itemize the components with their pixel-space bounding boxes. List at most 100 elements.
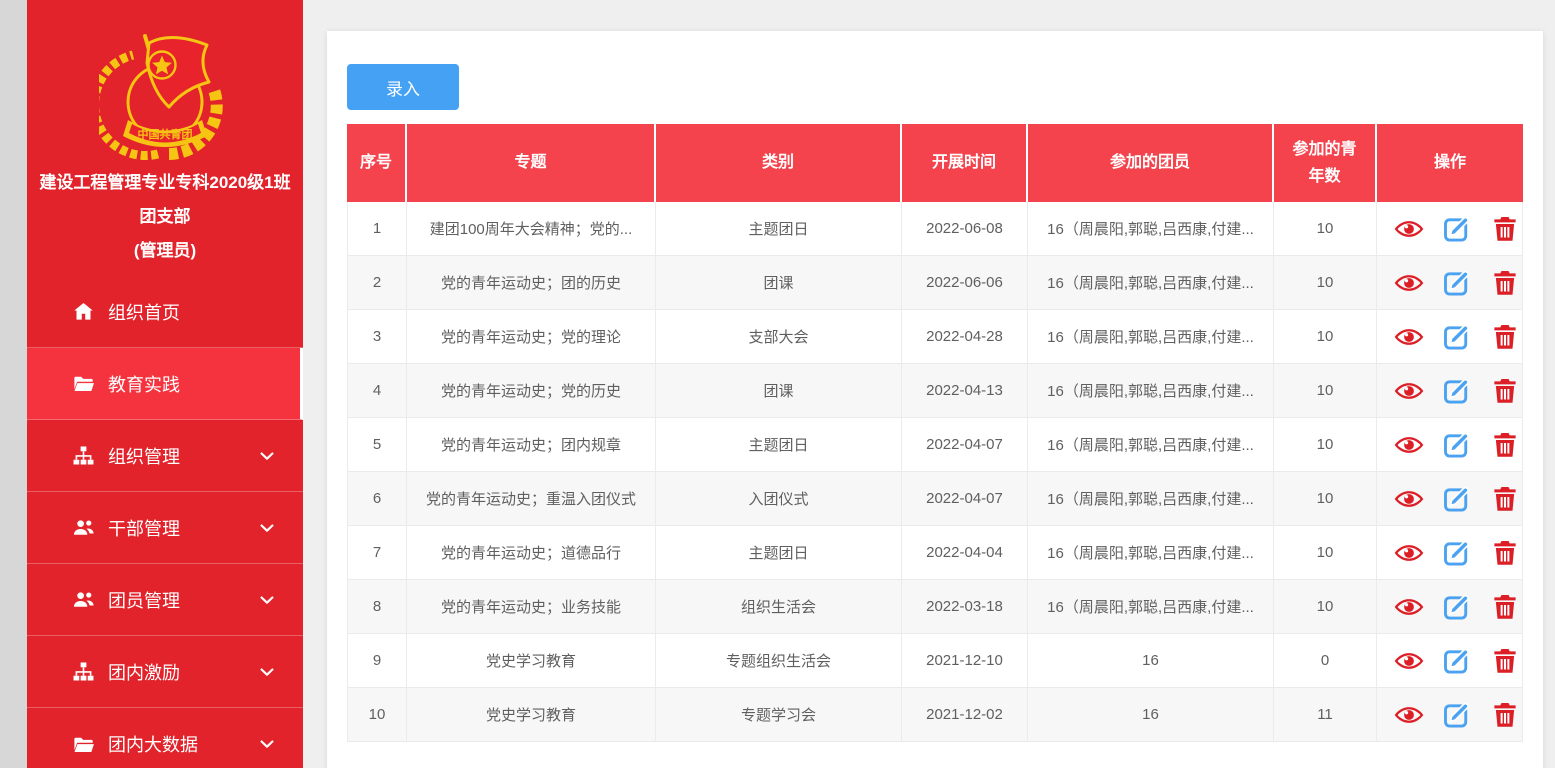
view-button[interactable] [1394, 538, 1424, 568]
cell-actions [1377, 526, 1523, 580]
cell-actions [1377, 256, 1523, 310]
edit-button[interactable] [1442, 322, 1472, 352]
cell-actions [1377, 580, 1523, 634]
cell-index: 1 [347, 202, 407, 256]
cell-index: 9 [347, 634, 407, 688]
column-header: 序号 [347, 124, 407, 202]
delete-button[interactable] [1490, 592, 1520, 622]
cell-category: 支部大会 [656, 310, 902, 364]
org-title: 建设工程管理专业专科2020级1班 团支部 (管理员) [27, 166, 303, 268]
view-button[interactable] [1394, 376, 1424, 406]
cell-members: 16（周晨阳,郭聪,吕西康,付建... [1028, 526, 1274, 580]
delete-button[interactable] [1490, 700, 1520, 730]
sidebar-item-bigdata[interactable]: 团内大数据 [27, 708, 303, 768]
edit-button[interactable] [1442, 430, 1472, 460]
sidebar-item-org[interactable]: 组织管理 [27, 420, 303, 492]
eye-icon [1394, 268, 1424, 298]
add-record-button[interactable]: 录入 [347, 64, 459, 110]
cell-actions [1377, 634, 1523, 688]
table-row: 10 党史学习教育 专题学习会 2021-12-02 16 11 [347, 688, 1523, 742]
edit-button[interactable] [1442, 592, 1472, 622]
activities-table: 序号专题类别开展时间参加的团员参加的青年数操作 1 建团100周年大会精神；党的… [347, 124, 1523, 742]
chevron-down-icon [257, 446, 277, 466]
table-row: 4 党的青年运动史；党的历史 团课 2022-04-13 16（周晨阳,郭聪,吕… [347, 364, 1523, 418]
edit-button[interactable] [1442, 646, 1472, 676]
sidebar-item-incentive[interactable]: 团内激励 [27, 636, 303, 708]
delete-button[interactable] [1490, 322, 1520, 352]
cell-topic: 党的青年运动史；党的历史 [407, 364, 656, 418]
cell-category: 组织生活会 [656, 580, 902, 634]
eye-icon [1394, 376, 1424, 406]
cell-youth-count: 10 [1274, 526, 1377, 580]
delete-button[interactable] [1490, 646, 1520, 676]
cell-date: 2022-04-28 [902, 310, 1028, 364]
cell-members: 16（周晨阳,郭聪,吕西康,付建... [1028, 418, 1274, 472]
cell-actions [1377, 310, 1523, 364]
column-header: 类别 [656, 124, 902, 202]
cell-youth-count: 10 [1274, 364, 1377, 418]
view-button[interactable] [1394, 268, 1424, 298]
table-row: 2 党的青年运动史；团的历史 团课 2022-06-06 16（周晨阳,郭聪,吕… [347, 256, 1523, 310]
delete-button[interactable] [1490, 376, 1520, 406]
trash-icon [1490, 322, 1520, 352]
view-button[interactable] [1394, 484, 1424, 514]
cell-category: 专题学习会 [656, 688, 902, 742]
edit-button[interactable] [1442, 376, 1472, 406]
table-row: 6 党的青年运动史；重温入团仪式 入团仪式 2022-04-07 16（周晨阳,… [347, 472, 1523, 526]
view-button[interactable] [1394, 322, 1424, 352]
sidebar-item-education[interactable]: 教育实践 [27, 348, 303, 420]
cell-topic: 党史学习教育 [407, 688, 656, 742]
org-title-line3: (管理员) [29, 234, 301, 268]
cell-youth-count: 10 [1274, 202, 1377, 256]
cell-topic: 党的青年运动史；团内规章 [407, 418, 656, 472]
cell-index: 5 [347, 418, 407, 472]
cell-topic: 党史学习教育 [407, 634, 656, 688]
table-row: 9 党史学习教育 专题组织生活会 2021-12-10 16 0 [347, 634, 1523, 688]
trash-icon [1490, 538, 1520, 568]
edit-button[interactable] [1442, 214, 1472, 244]
sidebar-item-home[interactable]: 组织首页 [27, 276, 303, 348]
view-button[interactable] [1394, 214, 1424, 244]
edit-button[interactable] [1442, 538, 1472, 568]
eye-icon [1394, 430, 1424, 460]
home-icon [72, 300, 95, 323]
column-header: 专题 [407, 124, 656, 202]
view-button[interactable] [1394, 646, 1424, 676]
delete-button[interactable] [1490, 538, 1520, 568]
delete-button[interactable] [1490, 268, 1520, 298]
trash-icon [1490, 646, 1520, 676]
org-title-line2: 团支部 [29, 200, 301, 234]
trash-icon [1490, 484, 1520, 514]
cell-category: 主题团日 [656, 418, 902, 472]
delete-button[interactable] [1490, 430, 1520, 460]
sidebar-item-label: 团员管理 [108, 587, 180, 613]
edit-button[interactable] [1442, 700, 1472, 730]
view-button[interactable] [1394, 430, 1424, 460]
view-button[interactable] [1394, 592, 1424, 622]
folder-open-icon [72, 733, 95, 756]
eye-icon [1394, 484, 1424, 514]
cell-actions [1377, 364, 1523, 418]
edit-button[interactable] [1442, 268, 1472, 298]
cell-topic: 党的青年运动史；业务技能 [407, 580, 656, 634]
cell-index: 7 [347, 526, 407, 580]
table-row: 8 党的青年运动史；业务技能 组织生活会 2022-03-18 16（周晨阳,郭… [347, 580, 1523, 634]
eye-icon [1394, 700, 1424, 730]
eye-icon [1394, 592, 1424, 622]
users-icon [72, 588, 95, 611]
view-button[interactable] [1394, 700, 1424, 730]
cell-youth-count: 10 [1274, 580, 1377, 634]
delete-button[interactable] [1490, 214, 1520, 244]
edit-button[interactable] [1442, 484, 1472, 514]
table-row: 7 党的青年运动史；道德品行 主题团日 2022-04-04 16（周晨阳,郭聪… [347, 526, 1523, 580]
cell-date: 2022-06-08 [902, 202, 1028, 256]
sidebar-item-cadre[interactable]: 干部管理 [27, 492, 303, 564]
delete-button[interactable] [1490, 484, 1520, 514]
chevron-down-icon [257, 590, 277, 610]
cell-category: 主题团日 [656, 202, 902, 256]
sitemap-icon [72, 660, 95, 683]
cell-members: 16 [1028, 688, 1274, 742]
cell-date: 2021-12-10 [902, 634, 1028, 688]
cell-youth-count: 11 [1274, 688, 1377, 742]
sidebar-item-member[interactable]: 团员管理 [27, 564, 303, 636]
